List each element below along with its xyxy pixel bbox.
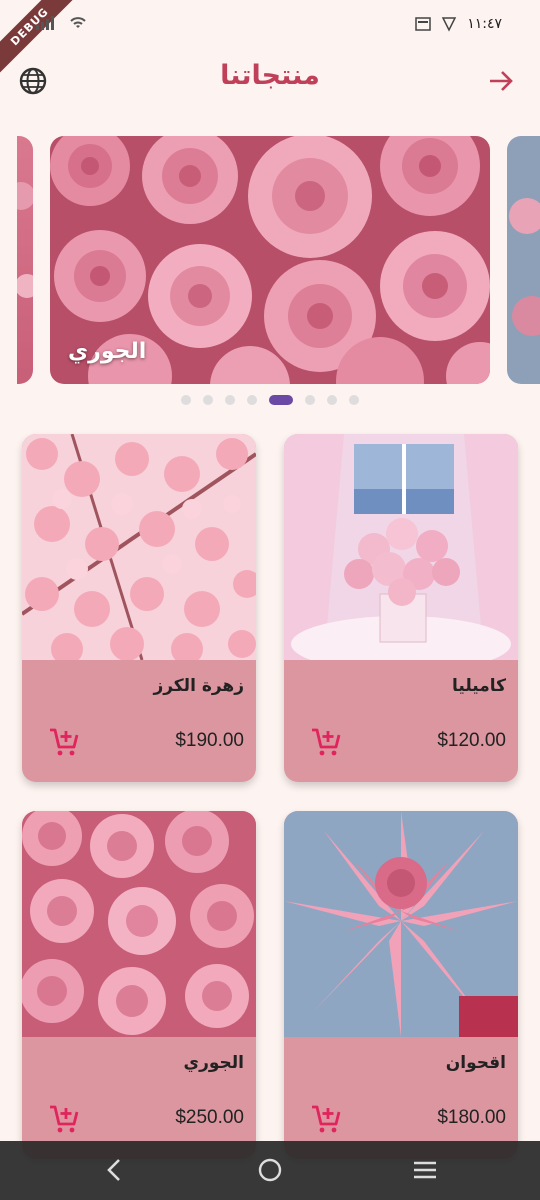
status-bar: DEBUG ١١:٤٧ <box>0 0 540 78</box>
product-image <box>284 811 518 1037</box>
product-info: زهرة الكرز $190.00 <box>22 660 256 782</box>
product-card[interactable]: الجوري $250.00 <box>22 811 256 1159</box>
product-name: كاميليا <box>452 676 506 696</box>
indicator-dot[interactable] <box>181 395 191 405</box>
add-cart-icon[interactable] <box>310 726 342 758</box>
product-image <box>22 811 256 1037</box>
indicator-dot[interactable] <box>203 395 213 405</box>
product-card[interactable]: زهرة الكرز $190.00 <box>22 434 256 782</box>
carousel-slide-prev[interactable] <box>17 136 33 384</box>
status-left <box>36 14 88 30</box>
slide-image <box>507 136 540 384</box>
indicator-dot-active[interactable] <box>269 395 293 405</box>
arrow-right-icon[interactable] <box>486 66 516 96</box>
product-card[interactable]: اقحوان $180.00 <box>284 811 518 1159</box>
carousel-indicator <box>0 395 540 405</box>
vpn-icon <box>441 17 457 32</box>
product-price: $250.00 <box>175 1107 244 1128</box>
product-price: $190.00 <box>175 730 244 751</box>
add-cart-icon[interactable] <box>48 1103 80 1135</box>
product-card[interactable]: كاميليا $120.00 <box>284 434 518 782</box>
add-cart-icon[interactable] <box>48 726 80 758</box>
indicator-dot[interactable] <box>225 395 235 405</box>
product-info: كاميليا $120.00 <box>284 660 518 782</box>
wifi-icon <box>70 17 86 28</box>
carousel-slide-active[interactable]: الجوري <box>50 136 490 384</box>
indicator-dot[interactable] <box>305 395 315 405</box>
add-cart-icon[interactable] <box>310 1103 342 1135</box>
back-icon[interactable] <box>100 1155 130 1185</box>
carousel[interactable]: الجوري <box>0 136 540 386</box>
product-name: اقحوان <box>445 1053 506 1073</box>
page-title: منتجاتنا <box>220 60 320 91</box>
status-time: ١١:٤٧ <box>467 16 502 32</box>
home-icon[interactable] <box>255 1155 285 1185</box>
product-price: $180.00 <box>437 1107 506 1128</box>
indicator-dot[interactable] <box>327 395 337 405</box>
indicator-dot[interactable] <box>349 395 359 405</box>
carousel-slide-next[interactable] <box>507 136 540 384</box>
product-price: $120.00 <box>437 730 506 751</box>
recents-icon[interactable] <box>410 1155 440 1185</box>
system-nav-bar <box>0 1141 540 1200</box>
status-right: ١١:٤٧ <box>415 16 502 32</box>
product-name: الجوري <box>183 1053 245 1073</box>
app-bar: منتجاتنا <box>0 52 540 108</box>
product-image <box>22 434 256 660</box>
screen-icon <box>415 17 431 31</box>
slide-image <box>17 136 33 384</box>
product-image <box>284 434 518 660</box>
indicator-dot[interactable] <box>247 395 257 405</box>
carousel-caption: الجوري <box>68 339 147 364</box>
signal-icon <box>36 16 54 30</box>
product-name: زهرة الكرز <box>153 676 244 696</box>
